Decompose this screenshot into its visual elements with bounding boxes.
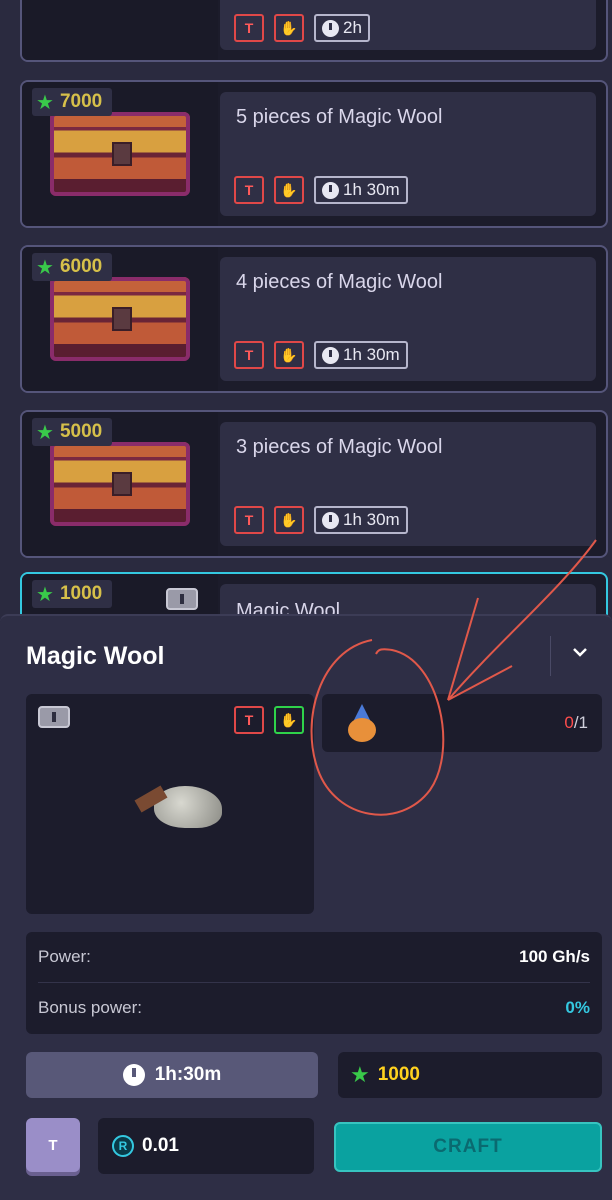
tier-icon	[38, 706, 70, 728]
craft-list: T ✋ 2h ★ 7000 5 pieces of Magic Wool T ✋ …	[0, 0, 612, 652]
item-thumbnail: ★ 7000	[22, 82, 218, 226]
price-tag: ★ 5000	[32, 418, 113, 446]
clock-icon	[322, 511, 339, 529]
clock-icon	[322, 346, 339, 364]
part-count: 0/1	[564, 713, 588, 732]
item-thumbnail	[22, 0, 218, 60]
clock-icon	[122, 1064, 145, 1086]
chest-image	[50, 442, 190, 526]
clock-icon	[322, 181, 339, 199]
star-icon: ★	[36, 583, 54, 606]
glove-icon: ✋	[274, 14, 304, 42]
time-badge: 2h	[314, 14, 370, 42]
price-tag: ★ 1000	[32, 580, 113, 608]
item-info: T ✋ 2h	[220, 0, 596, 50]
required-part[interactable]: 0/1	[322, 694, 602, 752]
item-title: 4 pieces of Magic Wool	[236, 271, 443, 293]
list-item[interactable]: ★ 6000 4 pieces of Magic Wool T ✋ 1h 30m	[20, 245, 608, 393]
craft-time: 1h:30m	[26, 1052, 318, 1098]
time-badge: 1h 30m	[314, 506, 408, 534]
price-tag: ★ 6000	[32, 253, 113, 281]
stat-power: Power: 100 Gh/s	[38, 947, 590, 966]
tool-icon: T	[48, 1136, 58, 1154]
stat-bonus-power: Bonus power: 0%	[38, 998, 590, 1017]
item-title: 3 pieces of Magic Wool	[236, 436, 443, 458]
divider	[550, 636, 551, 676]
item-info: 5 pieces of Magic Wool T ✋ 1h 30m	[220, 92, 596, 216]
chest-image	[50, 112, 190, 196]
item-preview: T ✋	[26, 694, 314, 914]
price-tag: ★ 7000	[32, 88, 113, 116]
tool-icon: T	[234, 176, 264, 204]
tool-icon: T	[234, 341, 264, 369]
item-thumbnail: ★ 5000	[22, 412, 218, 556]
tool-icon: T	[234, 706, 264, 734]
item-info: 3 pieces of Magic Wool T ✋ 1h 30m	[220, 422, 596, 546]
item-title: 5 pieces of Magic Wool	[236, 106, 443, 128]
magic-wool-image	[134, 785, 222, 830]
star-icon: ★	[36, 256, 54, 279]
glove-icon: ✋	[274, 706, 304, 734]
list-item[interactable]: ★ 7000 5 pieces of Magic Wool T ✋ 1h 30m	[20, 80, 608, 228]
coin-icon: R	[112, 1135, 134, 1157]
list-item[interactable]: T ✋ 2h	[20, 0, 608, 62]
sheet-title: Magic Wool	[26, 642, 165, 670]
glove-icon: ✋	[274, 506, 304, 534]
tier-icon	[166, 588, 198, 610]
craft-price: ★ 1000	[338, 1052, 602, 1098]
glove-icon: ✋	[274, 176, 304, 204]
star-icon: ★	[350, 1062, 370, 1087]
star-icon: ★	[36, 421, 54, 444]
clock-icon	[322, 19, 339, 37]
chevron-down-icon[interactable]	[568, 642, 592, 666]
hamster-icon	[344, 704, 380, 744]
tool-button[interactable]: T	[26, 1118, 80, 1172]
craft-button[interactable]: CRAFT	[334, 1122, 602, 1172]
fee-display: R 0.01	[98, 1118, 314, 1174]
item-thumbnail: ★ 6000	[22, 247, 218, 391]
time-badge: 1h 30m	[314, 176, 408, 204]
list-item[interactable]: ★ 5000 3 pieces of Magic Wool T ✋ 1h 30m	[20, 410, 608, 558]
chest-image	[50, 277, 190, 361]
time-badge: 1h 30m	[314, 341, 408, 369]
glove-icon: ✋	[274, 341, 304, 369]
tool-icon: T	[234, 14, 264, 42]
item-info: 4 pieces of Magic Wool T ✋ 1h 30m	[220, 257, 596, 381]
stats-panel: Power: 100 Gh/s Bonus power: 0%	[26, 932, 602, 1034]
craft-detail-sheet: Magic Wool T ✋ 0/1 Power: 100 Gh/s Bonus…	[0, 614, 612, 1200]
tool-icon: T	[234, 506, 264, 534]
star-icon: ★	[36, 91, 54, 114]
